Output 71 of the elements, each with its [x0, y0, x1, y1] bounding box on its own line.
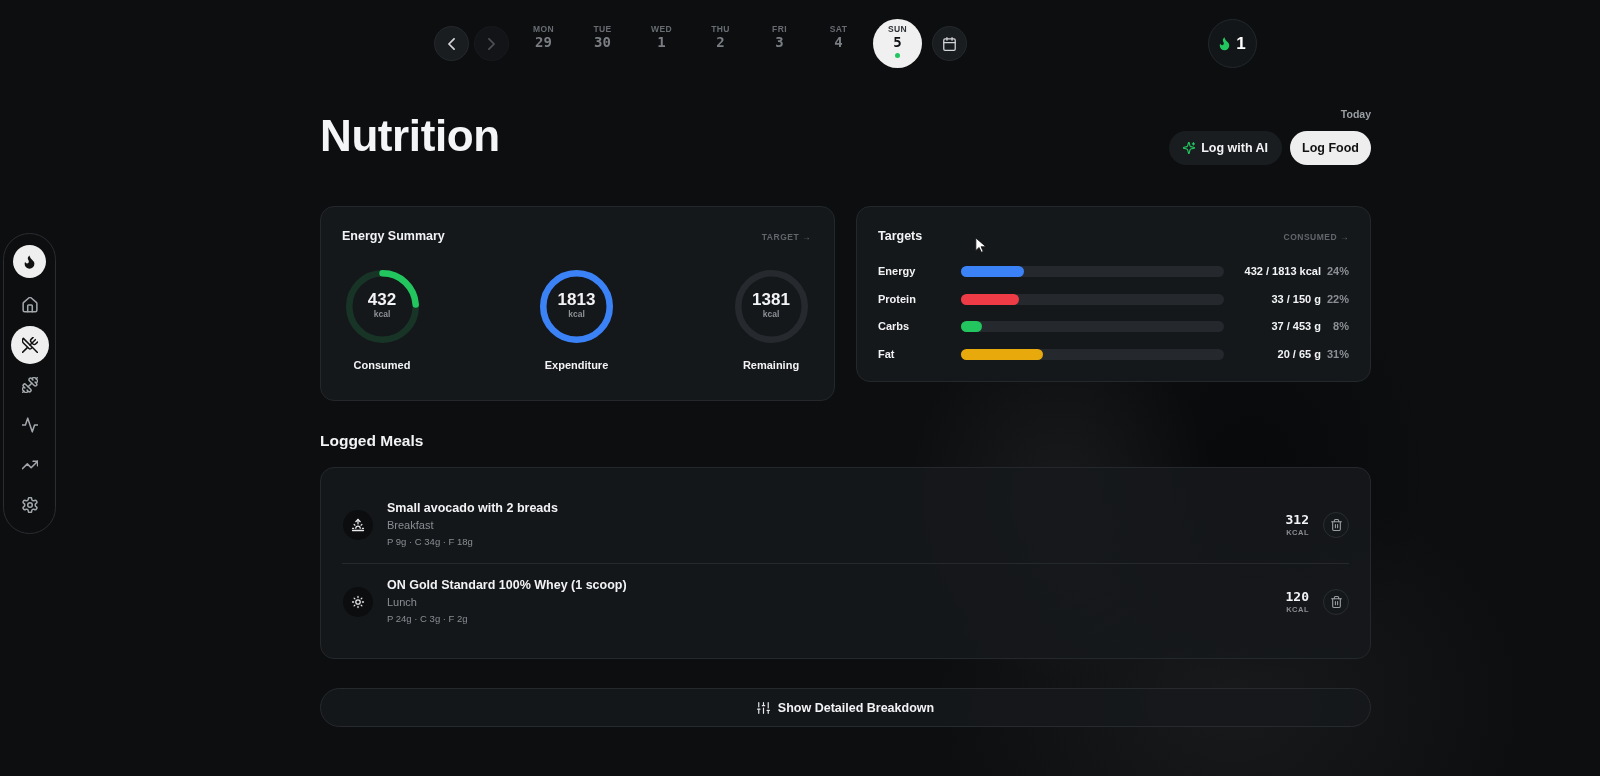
nav-button[interactable] — [10, 326, 49, 364]
day-button[interactable]: WED 1 — [637, 19, 686, 68]
meal-macros: P 24g · C 3g · F 2g — [387, 611, 468, 626]
calendar-button[interactable] — [932, 26, 967, 61]
trash-icon — [1330, 519, 1342, 531]
ring-unit: kcal — [568, 309, 585, 319]
macro-label: Energy — [878, 265, 917, 279]
date-label: Today — [1340, 108, 1371, 120]
target-link[interactable]: TARGET → — [761, 231, 811, 242]
day-button[interactable]: THU 2 — [696, 19, 745, 68]
day-button[interactable]: MON 29 — [519, 19, 568, 68]
macro-label: Carbs — [878, 320, 911, 334]
macro-percent: 31% — [1325, 347, 1349, 361]
cursor-icon — [975, 237, 987, 253]
page-title: Nutrition — [320, 114, 500, 158]
breakdown-button[interactable]: Show Detailed Breakdown — [320, 688, 1371, 727]
day-button[interactable]: TUE 30 — [578, 19, 627, 68]
ring-label: Expenditure — [544, 359, 609, 372]
sparkles-icon — [1183, 142, 1196, 154]
trend-up-icon — [21, 457, 38, 473]
chevron-right-icon — [488, 37, 495, 50]
ring-unit: kcal — [762, 309, 780, 319]
kcal-value: 120 — [1285, 588, 1309, 605]
calendar-icon — [943, 36, 956, 51]
card-title: Targets — [878, 229, 923, 244]
meal-name: ON Gold Standard 100% Whey (1 scoop) — [387, 576, 627, 594]
consumed-link[interactable]: CONSUMED → — [1283, 231, 1349, 242]
sun-icon — [343, 586, 373, 617]
ring-value: 1381 — [752, 290, 790, 309]
section-title: Logged Meals — [320, 432, 424, 450]
flame-icon — [1219, 36, 1231, 51]
streak-button[interactable]: 1 — [1208, 19, 1257, 68]
chevron-left-icon — [448, 37, 455, 50]
day-button[interactable]: FRI 3 — [755, 19, 804, 68]
delete-button[interactable] — [1323, 512, 1349, 538]
day-button[interactable]: SAT 4 — [814, 19, 863, 68]
previous-button[interactable] — [434, 26, 469, 61]
macro-percent: 24% — [1325, 265, 1349, 279]
ring-unit: kcal — [373, 309, 391, 319]
delete-button[interactable] — [1323, 588, 1349, 615]
trash-icon — [1330, 595, 1342, 608]
meal-name: Small avocado with 2 breads — [387, 500, 558, 517]
settings-icon — [21, 497, 38, 513]
sunrise-icon — [343, 510, 373, 540]
log-food-button[interactable]: Log Food — [1290, 131, 1371, 165]
meal-type: Lunch — [387, 594, 417, 610]
macro-label: Protein — [878, 292, 917, 306]
card-title: Energy Summary — [342, 229, 445, 244]
macro-amount: 33 / 150 g — [1270, 292, 1321, 306]
dumbbell-icon — [21, 377, 38, 393]
ring-label: Consumed — [353, 359, 411, 372]
macro-percent: 8% — [1332, 320, 1349, 334]
log-with-ai-button[interactable]: Log with AI — [1169, 131, 1283, 165]
indicator-dot-icon — [895, 53, 900, 58]
home-icon — [21, 297, 38, 313]
ring-value: 432 — [367, 290, 397, 309]
sliders-icon — [756, 701, 770, 714]
macro-amount: 37 / 453 g — [1270, 320, 1321, 334]
meal-type: Breakfast — [387, 518, 434, 533]
macro-amount: 432 / 1813 kcal — [1243, 265, 1321, 279]
day-button[interactable]: SUN 5 — [873, 19, 922, 68]
pulse-line-icon — [21, 417, 38, 433]
macro-amount: 20 / 65 g — [1276, 347, 1321, 361]
meal-macros: P 9g · C 34g · F 18g — [387, 535, 473, 549]
flame-logo-icon[interactable] — [13, 245, 46, 278]
utensils-icon — [21, 337, 38, 353]
macro-percent: 22% — [1325, 292, 1349, 306]
macro-label: Fat — [878, 347, 896, 361]
ring-label: Remaining — [742, 359, 800, 372]
kcal-value: 312 — [1285, 512, 1309, 528]
ring-value: 1813 — [557, 290, 596, 309]
